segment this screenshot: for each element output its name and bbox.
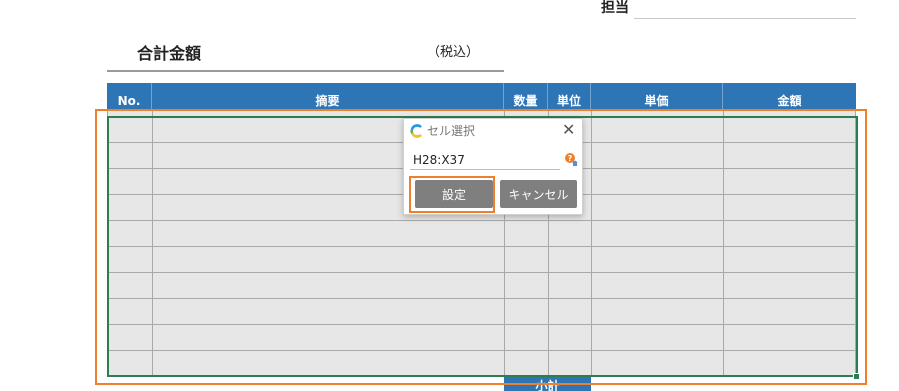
- column-header-unit[interactable]: 単位: [548, 83, 591, 111]
- column-header-no[interactable]: No.: [107, 83, 152, 111]
- column-header-unit-price[interactable]: 単価: [591, 83, 723, 111]
- svg-text:?: ?: [568, 154, 573, 163]
- close-icon[interactable]: ✕: [562, 121, 575, 139]
- column-header-quantity[interactable]: 数量: [504, 83, 548, 111]
- total-underline: [107, 70, 504, 72]
- tanto-label: 担当: [601, 0, 629, 16]
- tax-included-label: （税込）: [427, 45, 480, 60]
- highlight-box-set-button: [409, 176, 495, 213]
- help-icon[interactable]: ?: [564, 152, 578, 166]
- app-logo-icon: [410, 124, 422, 138]
- cancel-button[interactable]: キャンセル: [500, 180, 577, 208]
- dialog-title: セル選択: [427, 124, 476, 138]
- total-amount-label: 合計金額: [137, 44, 202, 63]
- range-input[interactable]: [410, 150, 560, 170]
- tanto-underline: [634, 18, 856, 19]
- column-header-amount[interactable]: 金額: [723, 83, 856, 111]
- column-header-description[interactable]: 摘要: [152, 83, 504, 111]
